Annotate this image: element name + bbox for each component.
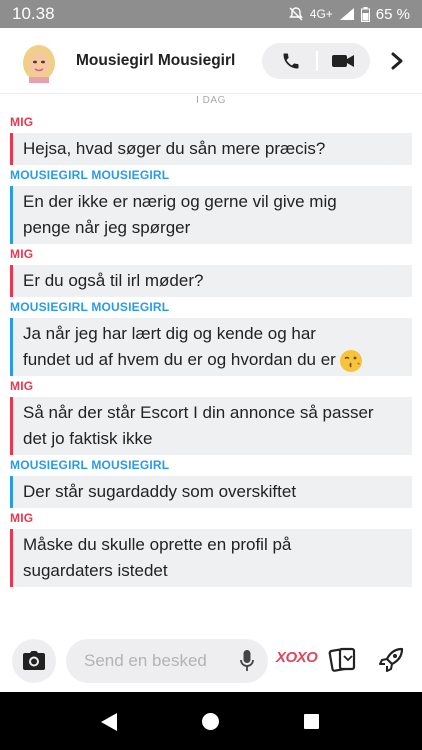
avatar[interactable] [20, 41, 58, 83]
composer-bar: Send en besked XOXO [0, 630, 422, 692]
sender-label: MOUSIEGIRL MOUSIEGIRL [10, 168, 170, 182]
message-bubble[interactable]: Er du også til irl møder? [10, 265, 412, 297]
message-text: Hejsa, hvad søger du sån mere præcis? [23, 139, 326, 158]
message-text: En der ikke er nærig og gerne vil give m… [23, 192, 337, 211]
message-input[interactable]: Send en besked [66, 639, 268, 683]
mute-alarm-icon [288, 6, 304, 22]
message-bubble[interactable]: Måske du skulle oprette en profil på sug… [10, 529, 412, 587]
message-text: Der står sugardaddy som overskiftet [23, 482, 297, 501]
chat-header: Mousiegirl Mousiegirl [0, 28, 422, 94]
sender-label: MIG [10, 511, 34, 525]
day-label: I DAG [196, 95, 226, 106]
battery-percent: 65 % [375, 5, 410, 23]
message-list[interactable]: I DAG MIG Hejsa, hvad søger du sån mere … [0, 95, 422, 630]
message-bubble[interactable]: Ja når jeg har lært dig og kende og har … [10, 318, 412, 376]
rocket-icon[interactable] [376, 645, 406, 680]
system-nav-bar [0, 692, 422, 750]
camera-icon [23, 651, 45, 670]
message-text: Så når der står Escort I din annonce så … [23, 403, 374, 422]
status-bar: 10.38 4G+ 65 % [0, 0, 422, 28]
message-bubble[interactable]: En der ikke er nærig og gerne vil give m… [10, 186, 412, 244]
cards-icon[interactable] [328, 646, 358, 679]
message-bubble[interactable]: Der står sugardaddy som overskiftet [10, 476, 412, 508]
message-text: fundet ud af hvem du er og hvordan du er [23, 350, 336, 369]
message-bubble[interactable]: Hejsa, hvad søger du sån mere præcis? [10, 133, 412, 165]
recent-apps-icon[interactable] [304, 714, 319, 729]
back-icon[interactable] [100, 712, 118, 737]
sender-label: MIG [10, 379, 34, 393]
message-text: Er du også til irl møder? [23, 271, 204, 290]
battery-icon [360, 6, 370, 22]
message-text: penge når jeg spørger [23, 218, 191, 237]
status-time: 10.38 [12, 4, 55, 23]
sender-label: MIG [10, 115, 34, 129]
voice-call-button[interactable] [266, 43, 316, 79]
bitmoji-button[interactable]: XOXO [276, 649, 318, 666]
phone-icon [283, 53, 299, 69]
call-controls [262, 43, 370, 79]
sender-label: MOUSIEGIRL MOUSIEGIRL [10, 458, 170, 472]
network-label: 4G+ [309, 7, 333, 21]
home-icon[interactable] [202, 713, 219, 730]
message-text: det jo faktisk ikke [23, 429, 153, 448]
contact-name[interactable]: Mousiegirl Mousiegirl [76, 52, 235, 70]
video-call-button[interactable] [318, 43, 368, 79]
microphone-icon[interactable] [240, 650, 254, 677]
camera-button[interactable] [12, 639, 56, 683]
message-text: sugardaters istedet [23, 561, 168, 580]
message-text: Måske du skulle oprette en profil på [23, 535, 292, 554]
next-chat-button[interactable] [382, 42, 412, 80]
status-icons: 4G+ 65 % [288, 6, 410, 23]
chevron-right-icon [391, 52, 403, 70]
kissing-face-icon [339, 349, 362, 372]
sender-label: MIG [10, 247, 34, 261]
message-input-placeholder: Send en besked [84, 651, 207, 670]
video-camera-icon [332, 55, 354, 67]
message-bubble[interactable]: Så når der står Escort I din annonce så … [10, 397, 412, 455]
sender-label: MOUSIEGIRL MOUSIEGIRL [10, 300, 170, 314]
signal-icon [339, 7, 355, 21]
message-text: Ja når jeg har lært dig og kende og har [23, 324, 316, 343]
